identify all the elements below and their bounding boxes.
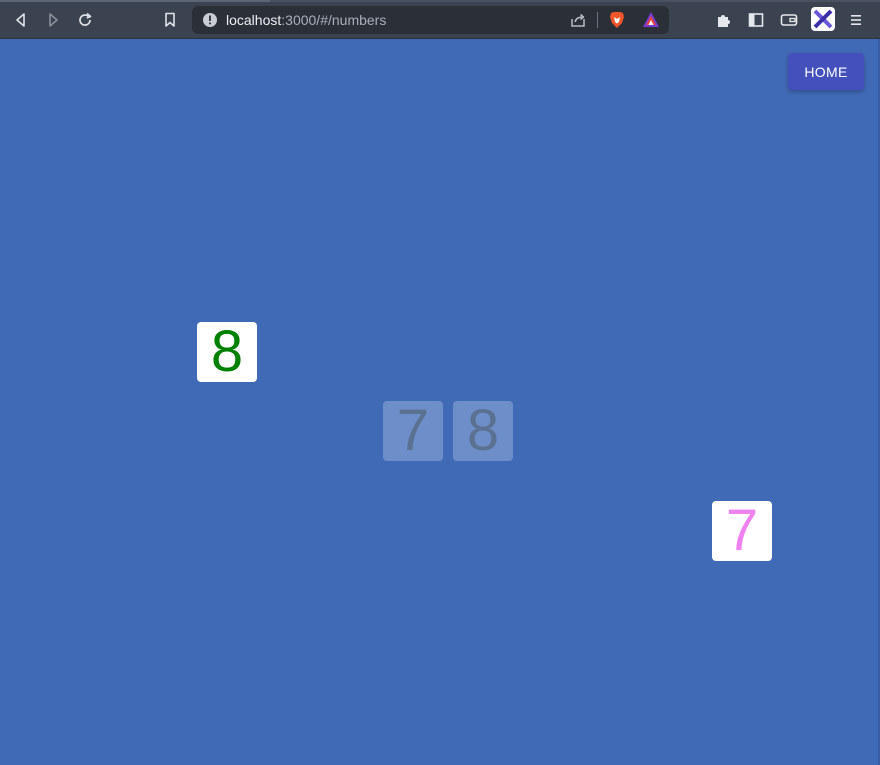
numbers-game-page: HOME 7 8 8 7 [0, 39, 880, 765]
sidebar-icon[interactable] [745, 9, 767, 31]
slot-digit: 7 [396, 398, 430, 463]
url-host: localhost [226, 12, 282, 28]
address-bar-divider [597, 12, 598, 28]
brave-lion-icon[interactable] [607, 10, 627, 30]
drop-slot-8[interactable]: 8 [453, 401, 513, 461]
tab-strip-edge [0, 0, 880, 2]
number-card-7[interactable]: 7 [712, 501, 772, 561]
puzzle-icon[interactable] [713, 9, 735, 31]
card-digit: 8 [210, 319, 244, 384]
share-icon[interactable] [569, 11, 587, 29]
x-extension-icon[interactable] [811, 7, 835, 31]
back-arrow-icon[interactable] [9, 8, 33, 32]
slot-digit: 8 [466, 398, 500, 463]
wallet-icon[interactable] [778, 9, 800, 31]
browser-toolbar: localhost:3000/#/numbers [0, 0, 880, 39]
brave-rewards-icon[interactable] [641, 10, 661, 30]
card-digit: 7 [725, 498, 759, 563]
url-path: :3000/#/numbers [281, 12, 387, 28]
reload-icon[interactable] [73, 8, 97, 32]
hamburger-menu-icon[interactable] [845, 9, 867, 31]
number-card-8[interactable]: 8 [197, 322, 257, 382]
info-icon[interactable] [202, 12, 218, 28]
forward-arrow-icon[interactable] [41, 8, 65, 32]
active-tab-edge [0, 0, 270, 2]
address-bar[interactable]: localhost:3000/#/numbers [192, 6, 669, 34]
bookmark-icon[interactable] [158, 8, 182, 32]
drop-slot-7[interactable]: 7 [383, 401, 443, 461]
url-text[interactable]: localhost:3000/#/numbers [226, 12, 386, 28]
home-button[interactable]: HOME [788, 53, 864, 90]
